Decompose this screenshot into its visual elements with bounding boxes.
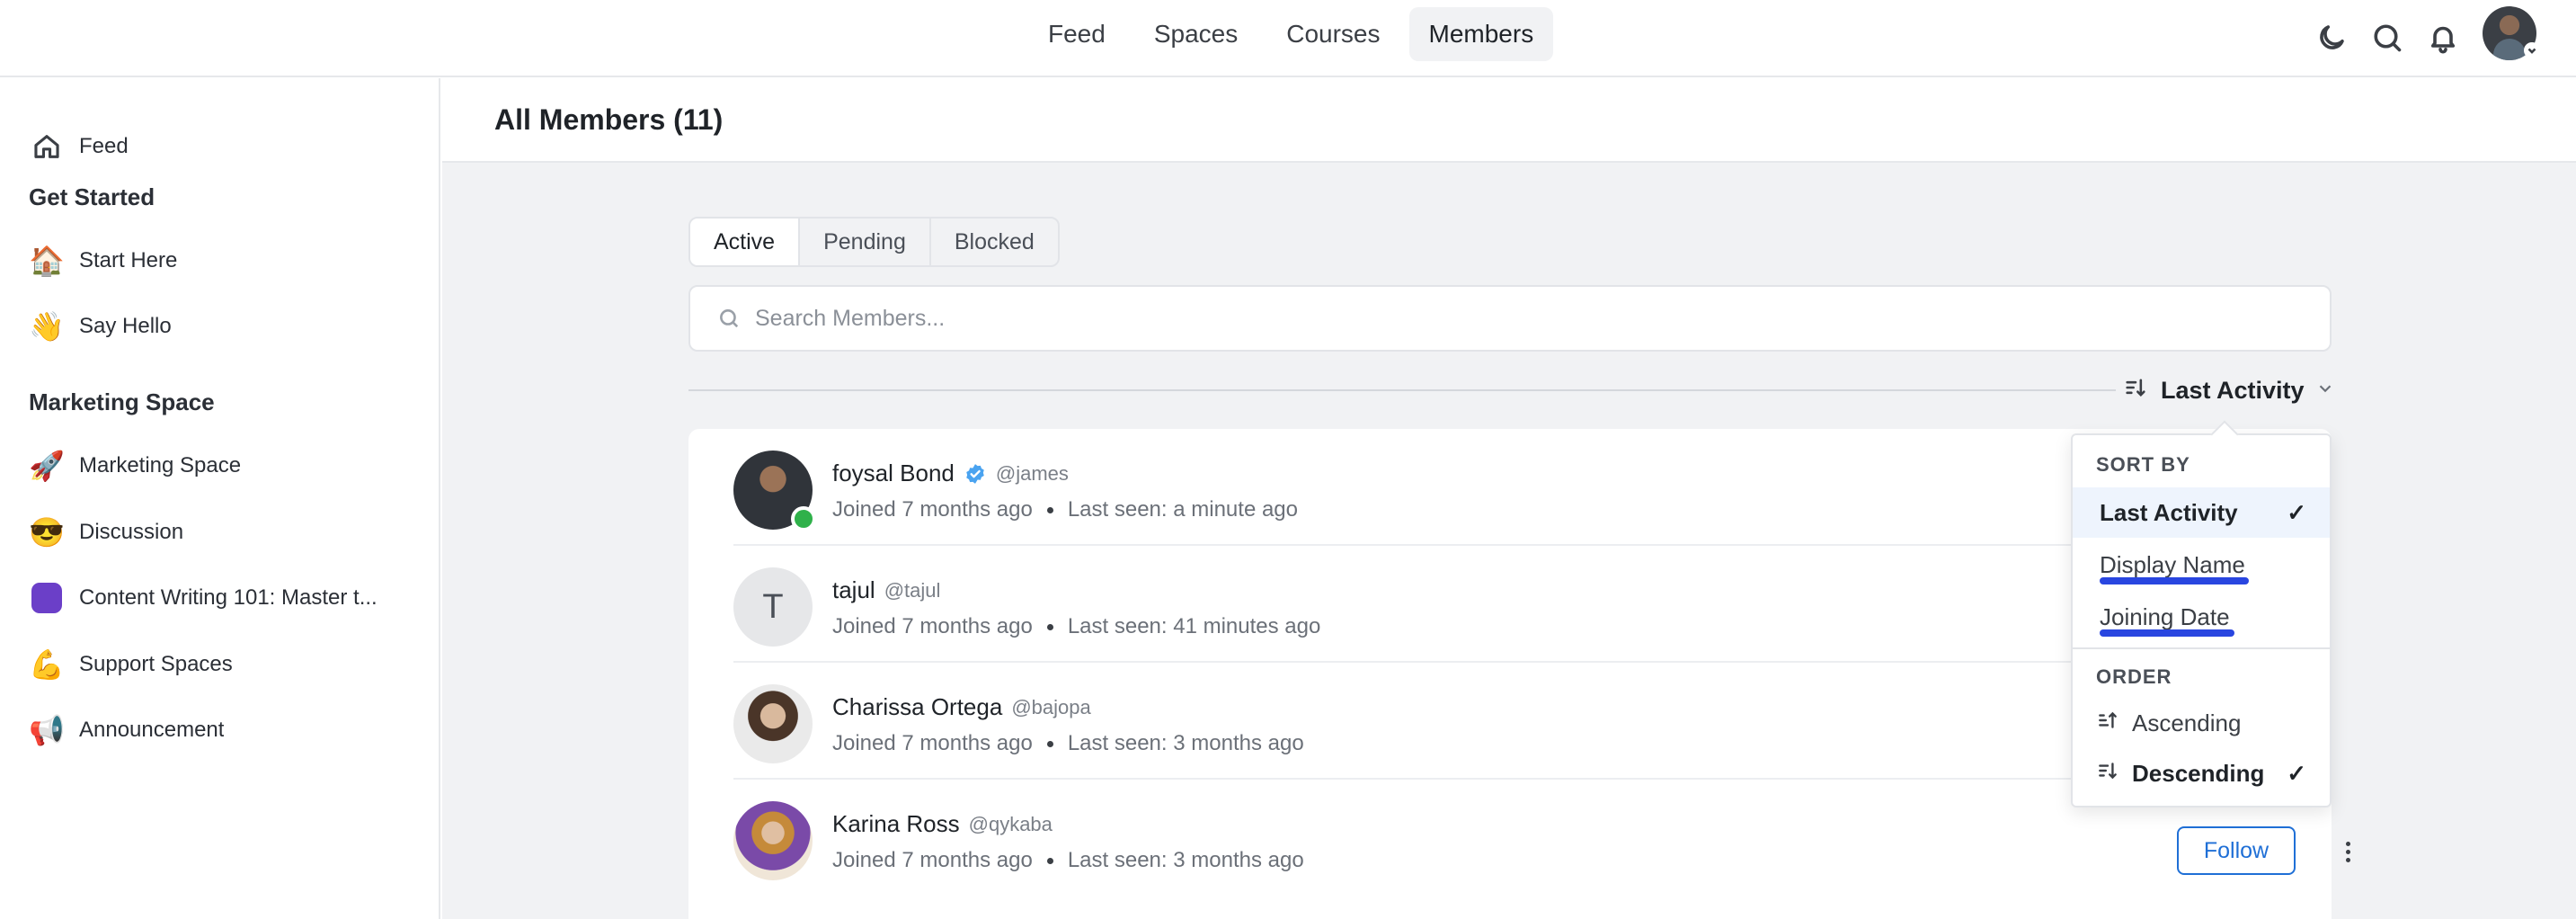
member-name[interactable]: Karina Ross [832,810,960,838]
avatar[interactable] [733,801,813,880]
highlight-underline [2100,577,2249,584]
sidebar-item-label: Marketing Space [79,453,242,477]
list-item[interactable]: Karina Ross @qykaba Joined 7 months ago … [733,780,2350,897]
tab-active[interactable]: Active [690,219,801,265]
order-option-descending[interactable]: Descending ✓ [2073,748,2330,799]
check-icon: ✓ [2287,498,2306,526]
search-input[interactable] [755,305,2193,332]
megaphone-icon: 📢 [29,714,65,746]
sidebar-item-content-writing[interactable]: Content Writing 101: Master t... [29,573,406,623]
sort-label: Last Activity [2161,376,2305,404]
option-label: Display Name [2100,550,2245,578]
member-handle: @bajopa [1011,695,1091,718]
sort-by-heading: SORT BY [2096,453,2190,476]
more-options-icon[interactable] [2332,834,2364,870]
top-nav: Feed Spaces Courses Members [1028,7,1554,61]
list-item[interactable]: T tajul @tajul Joined 7 months ago Last … [733,546,2288,663]
sort-ascending-icon [2096,709,2132,738]
home-icon [29,129,65,165]
sidebar-item-announcement[interactable]: 📢 Announcement [29,705,406,755]
order-heading: ORDER [2096,665,2172,688]
sort-descending-icon [2123,375,2161,406]
topnav-members[interactable]: Members [1408,7,1554,61]
sidebar-item-support-spaces[interactable]: 💪 Support Spaces [29,639,406,690]
member-name[interactable]: Charissa Ortega [832,693,1002,721]
topnav-courses[interactable]: Courses [1266,7,1399,61]
waving-hand-icon: 👋 [29,310,65,343]
sidebar-item-label: Say Hello [79,314,172,338]
top-bar: Feed Spaces Courses Members [0,0,2576,77]
list-item[interactable]: Charissa Ortega @bajopa Joined 7 months … [733,663,2288,780]
divider [688,389,2116,391]
option-label: Ascending [2132,709,2242,736]
member-status-tabs: Active Pending Blocked [688,217,1060,267]
member-handle: @tajul [884,578,941,602]
search-icon[interactable] [2367,18,2407,58]
sidebar-item-label: Discussion [79,520,184,544]
sort-dropdown-menu: SORT BY Last Activity ✓ Display Name Joi… [2071,420,2332,807]
option-label: Joining Date [2100,602,2230,630]
verified-badge-icon [966,463,984,484]
tab-pending[interactable]: Pending [800,219,931,265]
member-handle: @qykaba [968,812,1053,835]
last-seen-text: Last seen: 3 months ago [1067,731,1304,755]
sidebar-item-label: Content Writing 101: Master t... [79,585,378,610]
rocket-icon: 🚀 [29,450,65,482]
sidebar-item-label: Support Spaces [79,652,233,676]
sidebar-item-say-hello[interactable]: 👋 Say Hello [29,301,406,352]
highlight-underline [2100,629,2234,637]
flexed-biceps-icon: 💪 [29,648,65,681]
sidebar-item-label: Feed [79,134,129,158]
follow-button[interactable]: Follow [2177,826,2296,875]
list-item[interactable]: foysal Bond @james Joined 7 months ago L… [733,429,2288,546]
check-icon: ✓ [2287,759,2306,787]
tab-blocked[interactable]: Blocked [931,219,1058,265]
divider [2073,647,2330,649]
avatar[interactable] [733,684,813,763]
sidebar-heading-get-started: Get Started [29,183,155,210]
sunglasses-face-icon: 😎 [29,516,65,549]
last-seen-text: Last seen: a minute ago [1067,497,1298,522]
topnav-feed[interactable]: Feed [1028,7,1125,61]
sidebar: Feed Get Started 🏠 Start Here 👋 Say Hell… [0,78,440,919]
joined-text: Joined 7 months ago [832,614,1033,638]
chevron-down-icon [2524,42,2540,58]
sort-option-last-activity[interactable]: Last Activity ✓ [2073,487,2330,538]
sidebar-item-discussion[interactable]: 😎 Discussion [29,507,406,558]
last-seen-text: Last seen: 3 months ago [1067,848,1304,872]
sidebar-heading-marketing-space: Marketing Space [29,388,215,415]
sort-dropdown-trigger[interactable]: Last Activity [2123,371,2335,409]
sidebar-item-start-here[interactable]: 🏠 Start Here [29,236,406,286]
avatar[interactable]: T [733,567,813,647]
sidebar-item-feed[interactable]: Feed [29,121,406,172]
option-label: Descending [2132,759,2265,787]
purple-square-icon [29,580,65,616]
joined-text: Joined 7 months ago [832,848,1033,872]
member-name[interactable]: tajul [832,576,875,604]
joined-text: Joined 7 months ago [832,497,1033,522]
option-label: Last Activity [2100,498,2238,526]
sidebar-item-label: Start Here [79,248,178,272]
order-option-ascending[interactable]: Ascending [2073,698,2330,748]
search-box [688,285,2332,352]
sort-descending-icon [2096,759,2132,789]
joined-text: Joined 7 months ago [832,731,1033,755]
sidebar-item-label: Announcement [79,718,225,742]
member-name[interactable]: foysal Bond [832,460,955,487]
online-status-indicator [791,506,816,531]
moon-icon[interactable] [2312,18,2351,58]
bell-icon[interactable] [2423,18,2463,58]
house-emoji-icon: 🏠 [29,245,65,277]
page-header: All Members (11) [442,78,2576,163]
member-handle: @james [995,461,1069,485]
topnav-spaces[interactable]: Spaces [1134,7,1257,61]
sidebar-item-marketing-space[interactable]: 🚀 Marketing Space [29,441,406,491]
last-seen-text: Last seen: 41 minutes ago [1067,614,1321,638]
chevron-down-icon [2305,377,2335,405]
page-title: All Members (11) [494,103,724,136]
search-icon [720,309,739,328]
